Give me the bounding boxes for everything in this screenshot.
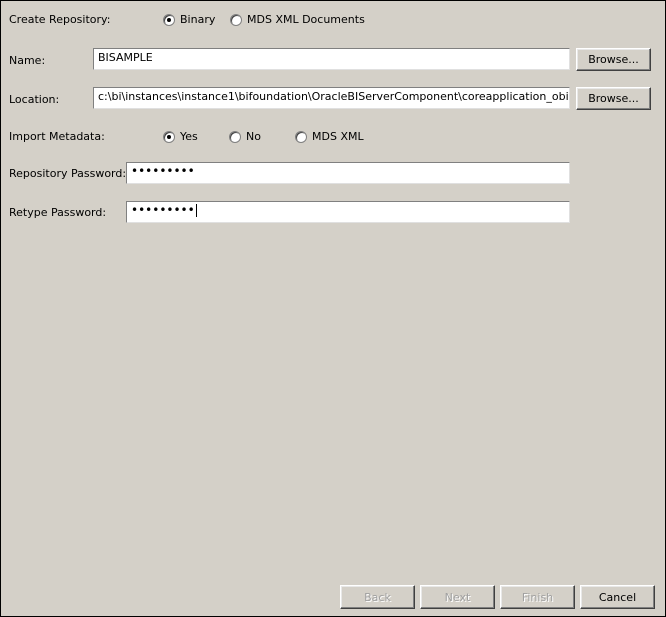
import-yes-radio-indicator xyxy=(163,130,175,143)
repository-password-input[interactable]: ••••••••• xyxy=(126,162,570,184)
repository-password-label: Repository Password: xyxy=(9,167,127,180)
text-caret xyxy=(195,204,197,217)
import-metadata-label: Import Metadata: xyxy=(9,130,105,143)
import-no-radio[interactable]: No xyxy=(229,130,261,143)
repository-password-value: ••••••••• xyxy=(131,164,195,178)
location-browse-button[interactable]: Browse... xyxy=(576,87,651,110)
import-yes-radio[interactable]: Yes xyxy=(163,130,198,143)
import-yes-radio-label: Yes xyxy=(180,130,198,143)
retype-password-input[interactable]: ••••••••• xyxy=(126,201,570,223)
binary-radio-indicator xyxy=(163,13,175,26)
finish-button[interactable]: Finish xyxy=(500,585,575,609)
create-repository-dialog: Create Repository: Binary MDS XML Docume… xyxy=(0,0,666,617)
retype-password-label: Retype Password: xyxy=(9,206,107,219)
import-mds-xml-radio-indicator xyxy=(295,130,307,143)
location-label: Location: xyxy=(9,93,60,106)
import-mds-xml-radio[interactable]: MDS XML xyxy=(295,130,364,143)
retype-password-value: ••••••••• xyxy=(131,203,195,217)
location-input[interactable]: c:\bi\instances\instance1\bifoundation\O… xyxy=(93,87,570,109)
mds-xml-documents-radio[interactable]: MDS XML Documents xyxy=(230,13,365,26)
binary-radio-label: Binary xyxy=(180,13,216,26)
mds-xml-documents-radio-label: MDS XML Documents xyxy=(247,13,365,26)
cancel-button[interactable]: Cancel xyxy=(580,585,655,609)
import-no-radio-indicator xyxy=(229,130,241,143)
name-input-value: BISAMPLE xyxy=(98,51,153,64)
create-repository-label: Create Repository: xyxy=(9,13,111,26)
binary-radio[interactable]: Binary xyxy=(163,13,215,26)
name-label: Name: xyxy=(9,54,46,67)
next-button[interactable]: Next xyxy=(420,585,495,609)
name-browse-button[interactable]: Browse... xyxy=(576,48,651,71)
name-input[interactable]: BISAMPLE xyxy=(93,48,570,70)
location-input-value: c:\bi\instances\instance1\bifoundation\O… xyxy=(98,90,569,103)
mds-xml-documents-radio-indicator xyxy=(230,13,242,26)
import-mds-xml-radio-label: MDS XML xyxy=(312,130,364,143)
import-no-radio-label: No xyxy=(246,130,261,143)
back-button[interactable]: Back xyxy=(340,585,415,609)
